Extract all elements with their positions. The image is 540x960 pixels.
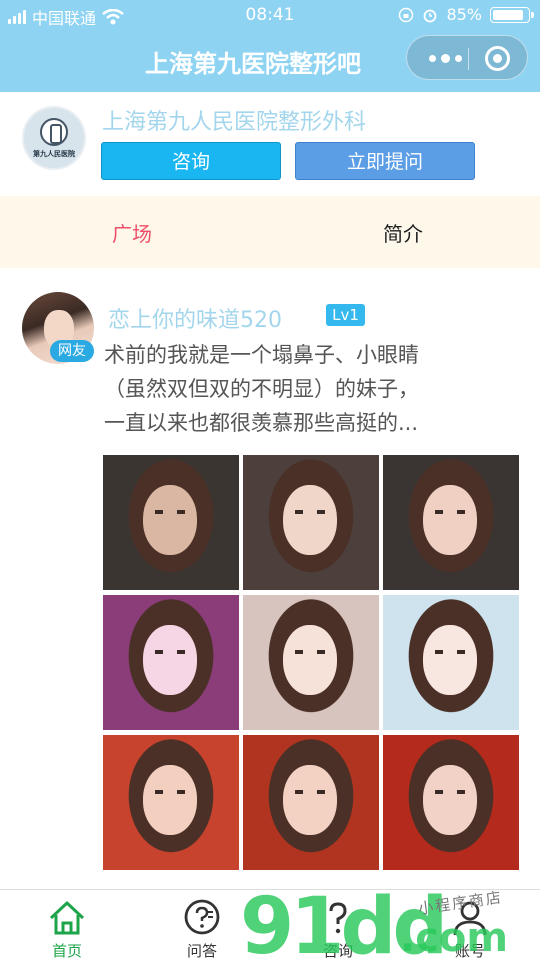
post-text[interactable]: 术前的我就是一个塌鼻子、小眼睛 （虽然双但双的不明显）的妹子， 一直以来也都很羡… bbox=[104, 338, 504, 440]
post-photo[interactable] bbox=[383, 735, 519, 870]
post-username[interactable]: 恋上你的味道520 bbox=[108, 302, 282, 334]
post-photo[interactable] bbox=[243, 735, 379, 870]
post-text-line: 术前的我就是一个塌鼻子、小眼睛 bbox=[104, 343, 419, 367]
logo-text: 第九人民医院 bbox=[33, 149, 75, 158]
tab-qa-label: 问答 bbox=[186, 942, 217, 960]
battery-icon bbox=[490, 6, 534, 23]
miniprogram-capsule bbox=[406, 35, 528, 80]
user-role-badge: 网友 bbox=[50, 340, 94, 362]
hospital-seal-icon bbox=[40, 117, 68, 146]
status-bar: 中国联通 08:41 85% bbox=[0, 0, 540, 30]
question-bubble-icon bbox=[184, 899, 220, 935]
user-level-badge: Lv1 bbox=[326, 304, 365, 326]
tab-qa[interactable]: 问答 bbox=[152, 890, 252, 960]
nav-bar: 上海第九医院整形吧 bbox=[0, 30, 540, 92]
watermark-suffix: .com bbox=[400, 915, 509, 960]
post-photo[interactable] bbox=[103, 455, 239, 590]
content-tabs: 广场 简介 bbox=[0, 196, 540, 268]
tab-home[interactable]: 首页 bbox=[17, 890, 117, 960]
battery-percent: 85% bbox=[446, 5, 482, 24]
post-card[interactable]: 网友 恋上你的味道520 Lv1 术前的我就是一个塌鼻子、小眼睛 （虽然双但双的… bbox=[0, 268, 540, 890]
more-icon[interactable] bbox=[423, 47, 467, 69]
post-photo[interactable] bbox=[103, 735, 239, 870]
post-photo[interactable] bbox=[243, 595, 379, 730]
hospital-header: 第九人民医院 上海第九人民医院整形外科 咨询 立即提问 bbox=[0, 92, 540, 196]
page-title: 上海第九医院整形吧 bbox=[145, 50, 361, 78]
hospital-logo: 第九人民医院 bbox=[22, 106, 86, 170]
rotation-lock-icon bbox=[399, 7, 414, 22]
photo-grid bbox=[103, 455, 519, 872]
home-icon bbox=[49, 901, 85, 935]
post-photo[interactable] bbox=[383, 455, 519, 590]
consult-button[interactable]: 咨询 bbox=[101, 142, 281, 180]
post-photo[interactable] bbox=[383, 595, 519, 730]
tab-square[interactable]: 广场 bbox=[112, 218, 152, 247]
post-photo[interactable] bbox=[243, 455, 379, 590]
post-text-line: （虽然双但双的不明显）的妹子， bbox=[104, 377, 419, 401]
tab-intro[interactable]: 简介 bbox=[383, 218, 423, 247]
close-miniprogram-icon[interactable] bbox=[485, 46, 510, 71]
alarm-icon bbox=[424, 9, 437, 22]
tab-home-label: 首页 bbox=[51, 942, 82, 960]
post-photo[interactable] bbox=[103, 595, 239, 730]
capsule-divider bbox=[468, 48, 469, 70]
ask-question-button[interactable]: 立即提问 bbox=[295, 142, 475, 180]
hospital-name[interactable]: 上海第九人民医院整形外科 bbox=[102, 104, 366, 136]
post-text-line: 一直以来也都很羡慕那些高挺的... bbox=[104, 411, 419, 435]
